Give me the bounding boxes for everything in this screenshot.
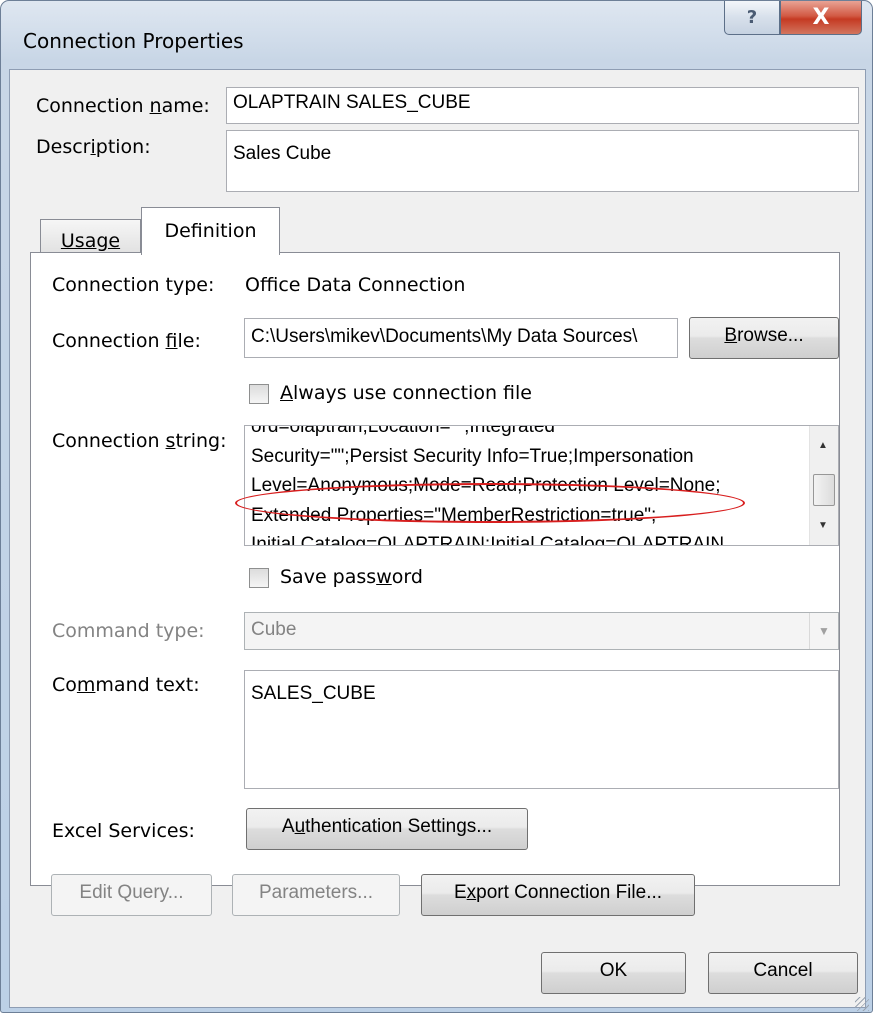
description-label: Description: <box>36 136 151 158</box>
connection-type-label: Connection type: <box>52 274 215 296</box>
close-button[interactable]: X <box>780 1 862 35</box>
description-input[interactable]: Sales Cube <box>226 130 859 192</box>
close-icon: X <box>812 5 830 30</box>
connection-file-label: Connection file: <box>52 330 201 352</box>
edit-query-button[interactable]: Edit Query... <box>51 874 212 916</box>
command-text-label: Command text: <box>52 674 200 696</box>
connection-type-value: Office Data Connection <box>245 274 466 296</box>
command-type-select[interactable]: Cube ▼ <box>244 612 839 650</box>
tab-usage[interactable]: Usage <box>40 219 141 254</box>
tab-usage-label: Usage <box>60 230 121 252</box>
connection-string-line: ord=olaptrain;Location="";Integrated <box>251 425 555 437</box>
export-connection-file-button[interactable]: Export Connection File... <box>421 874 695 916</box>
help-icon: ? <box>746 7 758 28</box>
ok-button[interactable]: OK <box>541 952 686 994</box>
connection-string-line: Security="";Persist Security Info=True;I… <box>251 445 694 467</box>
cancel-button[interactable]: Cancel <box>708 952 858 994</box>
command-type-label: Command type: <box>52 620 205 642</box>
excel-services-label: Excel Services: <box>52 820 195 842</box>
tab-definition-label: Definition <box>164 220 257 242</box>
connection-string-line: Initial Catalog=OLAPTRAIN;Initial Catalo… <box>251 534 725 546</box>
connection-string-label: Connection string: <box>52 430 227 452</box>
save-password-checkbox[interactable] <box>249 568 269 588</box>
scroll-down-arrow-icon[interactable]: ▼ <box>818 520 828 531</box>
always-use-connection-file-checkbox[interactable] <box>249 384 269 404</box>
tab-definition[interactable]: Definition <box>141 207 280 255</box>
resize-grip-icon[interactable] <box>855 997 869 1011</box>
command-type-value: Cube <box>251 619 297 640</box>
highlight-ellipse <box>235 483 745 523</box>
dialog-title: Connection Properties <box>23 29 244 53</box>
save-password-label: Save password <box>280 566 423 588</box>
connection-string-scrollbar[interactable]: ▲ ▼ <box>809 426 838 545</box>
authentication-settings-button[interactable]: Authentication Settings... <box>246 808 528 850</box>
help-button[interactable]: ? <box>724 1 780 35</box>
connection-name-label: Connection name: <box>36 95 210 117</box>
parameters-button[interactable]: Parameters... <box>232 874 400 916</box>
chevron-down-icon[interactable]: ▼ <box>809 613 838 649</box>
command-text-textarea[interactable]: SALES_CUBE <box>244 670 839 789</box>
scrollbar-thumb[interactable] <box>813 474 835 506</box>
connection-file-input[interactable]: C:\Users\mikev\Documents\My Data Sources… <box>244 318 678 358</box>
always-use-connection-file-label: Always use connection file <box>280 382 532 404</box>
scroll-up-arrow-icon[interactable]: ▲ <box>818 440 828 451</box>
connection-name-input[interactable]: OLAPTRAIN SALES_CUBE <box>226 87 859 124</box>
browse-button[interactable]: Browse... <box>689 317 839 359</box>
